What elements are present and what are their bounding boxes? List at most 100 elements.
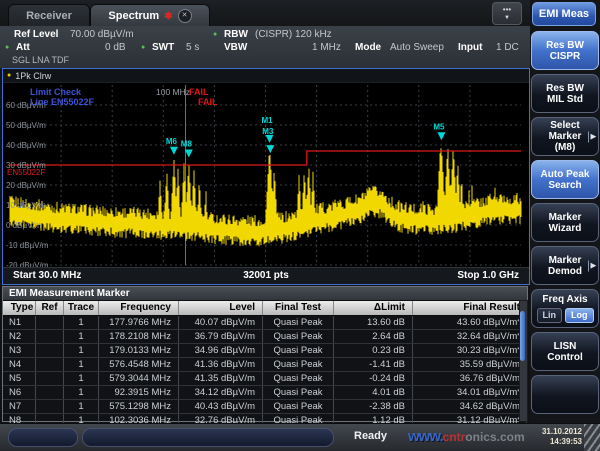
toolbar-overflow-button[interactable]: ••• ▼: [492, 2, 522, 25]
tab-spectrum[interactable]: Spectrum ✱ ✕: [90, 4, 210, 27]
table-title: EMI Measurement Marker: [3, 287, 527, 301]
final-result-value: 36.76 dBµV/m: [413, 372, 527, 385]
softkey-res-bw-mil-std[interactable]: Res BWMIL Std: [531, 74, 599, 113]
emi-marker-table: TypeRefTraceFrequencyLevelFinal TestΔLim…: [3, 301, 527, 428]
sweep-mode-indicators: SGL LNA TDF: [12, 55, 69, 65]
scrollbar-thumb[interactable]: [520, 311, 525, 361]
menu-dots-icon: •••: [493, 6, 521, 14]
ref-level-value[interactable]: 70.00 dBµV/m: [70, 29, 134, 40]
tab-bar: Receiver Spectrum ✱ ✕ ••• ▼: [0, 0, 530, 26]
softkey-blank-8[interactable]: [531, 375, 599, 414]
spectrum-plot[interactable]: EN55022F60 dBµV/m50 dBµV/m40 dBµV/m30 dB…: [3, 83, 529, 267]
table-cell: 2.64 dB: [334, 330, 413, 343]
marker-label-M1[interactable]: M1: [262, 116, 274, 125]
x-axis-bar: Start 30.0 MHz 32001 pts Stop 1.0 GHz: [3, 267, 529, 284]
softkey-label: Marker: [549, 255, 582, 266]
column-header-final-test: Final Test: [263, 301, 334, 315]
softkey-label: Res BW: [546, 83, 584, 94]
date-label: 31.10.2012: [522, 427, 582, 437]
time-label: 14:39:53: [522, 437, 582, 447]
column-header-trace: Trace: [64, 301, 99, 315]
marker-arrow-icon[interactable]: [437, 132, 445, 140]
table-cell: 40.43 dBµV/m: [179, 400, 263, 413]
marker-label-M3[interactable]: M3: [262, 127, 274, 136]
table-cell: 41.36 dBµV/m: [179, 358, 263, 371]
softkey-label: Marker: [549, 212, 582, 223]
table-cell: N5: [3, 372, 36, 385]
table-scrollbar[interactable]: [519, 300, 528, 422]
softkey-label: MIL Std: [547, 94, 583, 105]
softkey-list: Res BWCISPRRes BWMIL StdSelectMarker(M8)…: [531, 31, 599, 418]
trace-led-icon: ●: [7, 72, 11, 79]
softkey-marker-wizard[interactable]: MarkerWizard: [531, 203, 599, 242]
marker-label-M6[interactable]: M6: [166, 137, 178, 146]
marker-label-M8[interactable]: M8: [181, 140, 193, 149]
mode-label: Mode: [355, 42, 381, 53]
toggle-option-log[interactable]: Log: [565, 308, 594, 323]
table-cell: Quasi Peak: [263, 400, 334, 413]
table-row[interactable]: N31179.0133 MHz34.96 dBµV/mQuasi Peak0.2…: [3, 344, 527, 358]
table-cell: 1: [64, 372, 99, 385]
marker-arrow-icon[interactable]: [170, 147, 178, 155]
rbw-label: RBW: [224, 29, 248, 40]
swt-value[interactable]: 5 s: [186, 42, 199, 53]
vbw-value[interactable]: 1 MHz: [312, 42, 341, 53]
table-cell: Quasi Peak: [263, 358, 334, 371]
marker-arrow-icon[interactable]: [266, 145, 274, 153]
settings-header: Ref Level 70.00 dBµV/m ● RBW (CISPR) 120…: [0, 26, 530, 69]
final-result-value: 43.60 dBµV/m*: [413, 316, 527, 329]
sweep-points-label: 32001 pts: [3, 270, 529, 281]
table-row[interactable]: N41576.4548 MHz41.36 dBµV/mQuasi Peak-1.…: [3, 358, 527, 372]
y-axis-label: 50 dBµV/m: [6, 121, 46, 130]
softkey-lisn-control[interactable]: LISNControl: [531, 332, 599, 371]
table-cell: 575.1298 MHz: [99, 400, 179, 413]
watermark-part-2: cntr: [443, 430, 466, 444]
att-value[interactable]: 0 dB: [105, 42, 126, 53]
table-cell: 177.9766 MHz: [99, 316, 179, 329]
softkey-freq-axis[interactable]: Freq AxisLinLog: [531, 289, 599, 328]
limit-line: [10, 151, 521, 165]
marker-label-M5[interactable]: M5: [433, 122, 445, 131]
table-cell: 36.79 dBµV/m: [179, 330, 263, 343]
input-value[interactable]: 1 DC: [496, 42, 519, 53]
table-row[interactable]: N21178.2108 MHz36.79 dBµV/mQuasi Peak2.6…: [3, 330, 527, 344]
submenu-arrow-icon: ▶: [588, 131, 596, 142]
table-row[interactable]: N6192.3915 MHz34.12 dBµV/mQuasi Peak4.01…: [3, 386, 527, 400]
softkey-menu-title: EMI Meas: [532, 2, 596, 26]
close-tab-icon[interactable]: ✕: [178, 9, 192, 23]
table-cell: N2: [3, 330, 36, 343]
taskbar-button-1[interactable]: [8, 428, 78, 447]
table-header-row: TypeRefTraceFrequencyLevelFinal TestΔLim…: [3, 301, 527, 316]
softkey-label: Search: [548, 180, 581, 191]
final-result-value: 30.23 dBµV/m*: [413, 344, 527, 357]
softkey-label: CISPR: [550, 51, 581, 62]
table-cell: 13.60 dB: [334, 316, 413, 329]
softkey-auto-peak-search[interactable]: Auto PeakSearch: [531, 160, 599, 199]
toggle-option-lin[interactable]: Lin: [537, 308, 563, 323]
taskbar-button-2[interactable]: [82, 428, 334, 447]
resize-grip-icon: [584, 424, 600, 451]
emi-marker-table-window: EMI Measurement Marker TypeRefTraceFrequ…: [2, 286, 528, 422]
table-row[interactable]: N71575.1298 MHz40.43 dBµV/mQuasi Peak-2.…: [3, 400, 527, 414]
table-row[interactable]: N11177.9766 MHz40.07 dBµV/mQuasi Peak13.…: [3, 316, 527, 330]
softkey-label: Control: [547, 352, 583, 363]
rbw-led-icon: ●: [213, 31, 217, 38]
tab-receiver[interactable]: Receiver: [8, 4, 90, 27]
limit-check-line-label: Line EN55022F: [30, 97, 95, 107]
softkey-label: Select: [550, 120, 579, 131]
table-cell: Quasi Peak: [263, 372, 334, 385]
softkey-res-bw-cispr[interactable]: Res BWCISPR: [531, 31, 599, 70]
softkey-marker-demod[interactable]: MarkerDemod▶: [531, 246, 599, 285]
att-label: Att: [16, 42, 30, 53]
swt-led-icon: ●: [141, 44, 145, 51]
softkey-select-marker-m8-[interactable]: SelectMarker(M8)▶: [531, 117, 599, 156]
table-row[interactable]: N51579.3044 MHz41.35 dBµV/mQuasi Peak-0.…: [3, 372, 527, 386]
softkey-menu: EMI Meas Res BWCISPRRes BWMIL StdSelectM…: [530, 0, 600, 423]
y-axis-label: 40 dBµV/m: [6, 141, 46, 150]
table-cell: [36, 400, 64, 413]
table-cell: 178.2108 MHz: [99, 330, 179, 343]
mode-value[interactable]: Auto Sweep: [390, 42, 444, 53]
rbw-value[interactable]: (CISPR) 120 kHz: [255, 29, 332, 40]
att-led-icon: ●: [5, 44, 9, 51]
table-cell: Quasi Peak: [263, 316, 334, 329]
